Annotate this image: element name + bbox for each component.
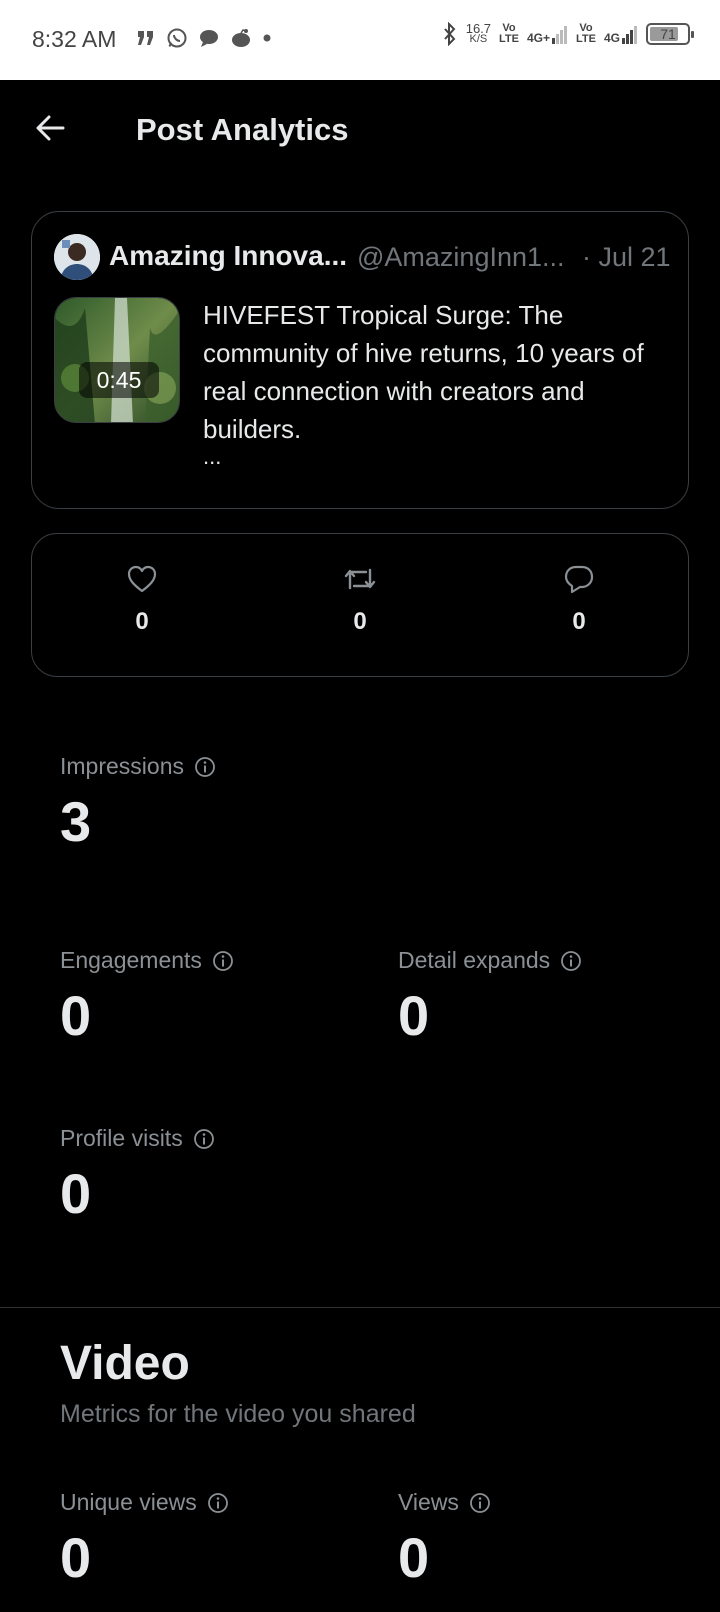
status-time: 8:32 AM [32, 26, 117, 52]
post-text: HIVEFEST Tropical Surge: The community o… [203, 300, 644, 444]
video-section-title: Video [60, 1337, 190, 1390]
volte-indicator-2: Vo LTE [576, 22, 596, 45]
info-icon[interactable] [193, 1128, 215, 1150]
info-icon[interactable] [207, 1492, 229, 1514]
detail-expands-label: Detail expands [398, 947, 551, 973]
info-icon[interactable] [212, 950, 234, 972]
status-bar: 8:32 AM 16.7 K/S Vo LTE 4G+ Vo LTE 4G 71 [0, 0, 720, 80]
arrow-left-icon [36, 115, 65, 141]
signal-2: 4G [604, 24, 638, 44]
likes-count: 0 [135, 608, 149, 635]
engagement-summary: 0 0 0 [31, 533, 689, 677]
engagements-label: Engagements [60, 947, 202, 973]
engagements-metric: Engagements 0 [60, 947, 234, 1046]
quote-icon [138, 31, 153, 45]
post-preview-card[interactable]: Amazing Innova... @AmazingInn1... · Jul … [31, 211, 689, 509]
profile-visits-value: 0 [60, 1162, 92, 1225]
reposts-count: 0 [353, 608, 367, 635]
bluetooth-icon [443, 22, 456, 46]
reddit-icon [232, 29, 250, 47]
post-date: · Jul 21 [582, 242, 671, 272]
whatsapp-icon [167, 28, 187, 48]
impressions-value: 3 [60, 790, 92, 853]
unique-views-label: Unique views [60, 1489, 197, 1515]
section-divider [0, 1307, 720, 1308]
net-speed: 16.7 K/S [465, 21, 492, 45]
video-section-subtitle: Metrics for the video you shared [60, 1400, 416, 1428]
signal-1: 4G+ [527, 24, 568, 44]
author-name[interactable]: Amazing Innova... [109, 240, 347, 272]
post-more-ellipsis: ... [203, 444, 222, 469]
likes-stat[interactable]: 0 [102, 564, 182, 636]
chat-bubble-icon [200, 30, 218, 47]
app-header: Post Analytics [0, 80, 720, 180]
video-duration-badge: 0:45 [79, 362, 159, 398]
video-thumbnail[interactable]: 0:45 [54, 297, 180, 423]
page-title: Post Analytics [136, 112, 349, 147]
replies-count: 0 [572, 608, 586, 635]
signal-bars-icon [622, 26, 637, 44]
avatar[interactable] [54, 234, 100, 280]
views-label: Views [398, 1489, 459, 1515]
dot-icon [263, 34, 271, 42]
unique-views-value: 0 [60, 1526, 92, 1589]
info-icon[interactable] [194, 756, 216, 778]
replies-stat[interactable]: 0 [539, 564, 619, 636]
volte-indicator-1: Vo LTE [499, 22, 519, 45]
views-value: 0 [398, 1526, 430, 1589]
back-button[interactable] [30, 108, 70, 148]
reply-icon [564, 565, 594, 594]
battery-icon: 71 [646, 23, 694, 45]
engagements-value: 0 [60, 984, 92, 1047]
profile-visits-metric: Profile visits 0 [60, 1125, 215, 1224]
detail-expands-value: 0 [398, 984, 430, 1047]
profile-visits-label: Profile visits [60, 1125, 183, 1151]
unique-views-metric: Unique views 0 [60, 1489, 229, 1588]
signal-bars-icon [552, 26, 568, 44]
notification-icons [136, 27, 272, 49]
impressions-metric: Impressions 3 [60, 753, 216, 852]
repost-icon [344, 568, 376, 590]
info-icon[interactable] [469, 1492, 491, 1514]
detail-expands-metric: Detail expands 0 [398, 947, 582, 1046]
heart-icon [127, 565, 157, 593]
impressions-label: Impressions [60, 753, 184, 779]
reposts-stat[interactable]: 0 [320, 564, 400, 636]
author-handle: @AmazingInn1... [357, 242, 565, 272]
views-metric: Views 0 [398, 1489, 491, 1588]
system-icons: 16.7 K/S Vo LTE 4G+ Vo LTE 4G 71 [442, 21, 694, 46]
info-icon[interactable] [560, 950, 582, 972]
